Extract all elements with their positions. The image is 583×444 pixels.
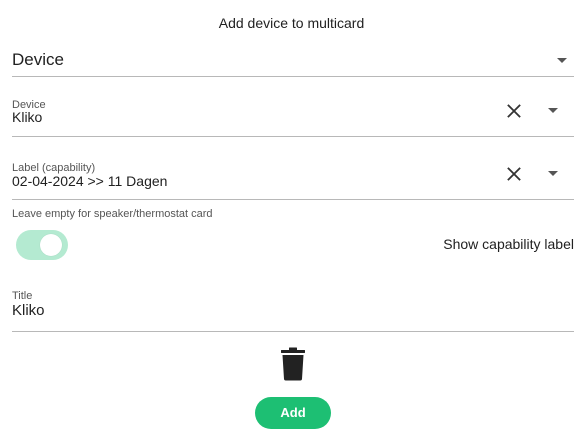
close-icon[interactable] [503,100,525,122]
capability-field[interactable]: Label (capability) 02-04-2024 >> 11 Dage… [12,159,574,200]
add-button[interactable]: Add [255,397,331,429]
chevron-down-icon[interactable] [543,164,563,184]
dialog-title: Add device to multicard [218,15,365,31]
capability-field-value[interactable]: 02-04-2024 >> 11 Dagen [12,173,167,189]
device-field[interactable]: Device Kliko [12,96,574,137]
trash-icon[interactable] [278,347,308,381]
title-field-value[interactable]: Kliko [12,302,45,319]
chevron-down-icon[interactable] [543,101,563,121]
show-capability-label-toggle[interactable] [16,229,68,260]
device-type-select-value: Device [12,50,64,69]
toggle-knob [40,234,62,256]
capability-hint: Leave empty for speaker/thermostat card [12,208,213,220]
title-field[interactable]: Title Kliko [12,289,574,332]
title-field-label: Title [12,290,33,302]
show-capability-label-text: Show capability label [443,236,574,252]
device-type-select[interactable]: Device [12,44,574,77]
chevron-down-icon[interactable] [557,58,567,63]
device-field-value[interactable]: Kliko [12,109,42,125]
close-icon[interactable] [503,163,525,185]
